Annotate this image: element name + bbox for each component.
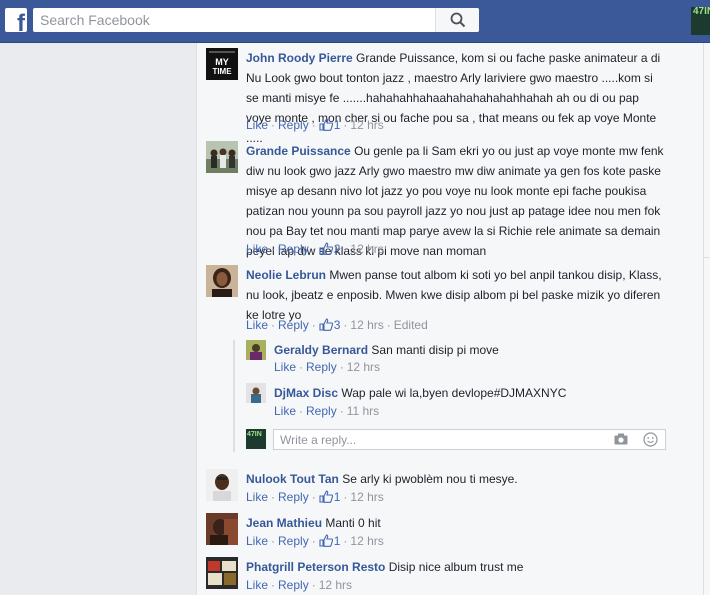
- like-button[interactable]: Like: [246, 490, 268, 504]
- avatar[interactable]: MY TIME: [206, 48, 238, 80]
- svg-text:TIME: TIME: [212, 67, 232, 76]
- comment-body: Phatgrill Peterson Resto Disip nice albu…: [246, 557, 666, 577]
- emoji-icon[interactable]: [643, 432, 658, 447]
- reply-box-avatar: 47IN: [246, 429, 266, 449]
- comment-body: Neolie Lebrun Mwen panse tout albom ki s…: [246, 265, 666, 325]
- reply-body: Geraldy Bernard San manti disip pi move: [274, 340, 694, 360]
- timestamp[interactable]: 11 hrs: [347, 404, 379, 418]
- reply-button[interactable]: Reply: [278, 318, 309, 332]
- reply-button[interactable]: Reply: [306, 404, 337, 418]
- comment-text: Se arly ki pwoblèm nou ti mesye.: [342, 472, 518, 486]
- comment-author[interactable]: Jean Mathieu: [246, 516, 322, 530]
- search-button[interactable]: [435, 8, 479, 32]
- reply-button[interactable]: Reply: [306, 360, 337, 374]
- facebook-logo-letter: f: [17, 10, 25, 33]
- timestamp[interactable]: 12 hrs: [350, 242, 383, 256]
- profile-thumbnail-text: 47IN: [693, 7, 710, 17]
- like-button[interactable]: Like: [274, 360, 296, 374]
- reply-text: San manti disip pi move: [371, 343, 499, 357]
- comment-body: John Roody Pierre Grande Puissance, kom …: [246, 48, 666, 148]
- comment-actions: Like · Reply · 3 · 12 hrs · Edited: [246, 318, 428, 332]
- reply-button[interactable]: Reply: [278, 242, 309, 256]
- write-reply-input[interactable]: [274, 430, 604, 449]
- avatar[interactable]: [206, 141, 238, 173]
- timestamp[interactable]: 12 hrs: [350, 118, 383, 132]
- comment-text: Manti 0 hit: [325, 516, 381, 530]
- comment-text: Disip nice album trust me: [388, 560, 524, 574]
- divider: [703, 43, 704, 595]
- portrait-avatar-image: [206, 469, 238, 501]
- reply-actions: Like · Reply · 11 hrs: [274, 404, 380, 418]
- reply-body: DjMax Disc Wap pale wi la,byen devlope#D…: [274, 383, 694, 403]
- comment-actions: Like · Reply · 1 · 12 hrs: [246, 534, 384, 548]
- reply-avatar-image: [246, 340, 266, 360]
- comment-actions: Like · Reply · 1 · 12 hrs: [246, 118, 384, 132]
- camera-icon[interactable]: [614, 433, 628, 445]
- comment-author[interactable]: Grande Puissance: [246, 144, 351, 158]
- search-icon: [450, 12, 465, 28]
- comment-author[interactable]: John Roody Pierre: [246, 51, 353, 65]
- comment-author[interactable]: Neolie Lebrun: [246, 268, 326, 282]
- thumbs-up-icon[interactable]: [319, 118, 333, 131]
- reply-author[interactable]: Geraldy Bernard: [274, 343, 368, 357]
- reply-text: Wap pale wi la,byen devlope#DJMAXNYC: [341, 386, 567, 400]
- search-box: [33, 8, 479, 32]
- timestamp[interactable]: 12 hrs: [350, 318, 383, 332]
- portrait-avatar-image: [206, 265, 238, 297]
- thumbs-up-icon[interactable]: [319, 318, 333, 331]
- reply-button[interactable]: Reply: [278, 490, 309, 504]
- comment-body: Jean Mathieu Manti 0 hit: [246, 513, 666, 533]
- facebook-logo[interactable]: f: [5, 8, 27, 32]
- timestamp[interactable]: 12 hrs: [347, 360, 380, 374]
- like-button[interactable]: Like: [246, 242, 268, 256]
- reply-composer: [273, 429, 666, 450]
- edited-label[interactable]: Edited: [394, 318, 428, 332]
- like-button[interactable]: Like: [246, 534, 268, 548]
- search-input[interactable]: [33, 8, 438, 32]
- top-navigation-bar: f 47IN: [0, 0, 710, 43]
- svg-text:MY: MY: [215, 57, 229, 67]
- divider: [704, 257, 710, 258]
- timestamp[interactable]: 12 hrs: [350, 490, 383, 504]
- restaurant-avatar-image: [206, 557, 238, 589]
- avatar[interactable]: [246, 340, 266, 360]
- comment-body: Nulook Tout Tan Se arly ki pwoblèm nou t…: [246, 469, 666, 489]
- thumbs-up-icon[interactable]: [319, 534, 333, 547]
- like-button[interactable]: Like: [246, 318, 268, 332]
- avatar[interactable]: [206, 513, 238, 545]
- avatar[interactable]: [206, 265, 238, 297]
- like-button[interactable]: Like: [274, 404, 296, 418]
- avatar[interactable]: [246, 383, 266, 403]
- avatar[interactable]: [206, 557, 238, 589]
- comment-actions: Like · Reply · 2 · 12 hrs: [246, 242, 384, 256]
- timestamp[interactable]: 12 hrs: [350, 534, 383, 548]
- comment-actions: Like · Reply · 1 · 12 hrs: [246, 490, 384, 504]
- reply-author[interactable]: DjMax Disc: [274, 386, 338, 400]
- reply-box-avatar-text: 47IN: [247, 431, 262, 438]
- reply-avatar-image: [246, 383, 266, 403]
- like-button[interactable]: Like: [246, 118, 268, 132]
- portrait-avatar-image: [206, 513, 238, 545]
- timestamp[interactable]: 12 hrs: [319, 578, 352, 592]
- thumbs-up-icon[interactable]: [319, 490, 333, 503]
- profile-thumbnail[interactable]: 47IN: [691, 7, 710, 35]
- comment-author[interactable]: Nulook Tout Tan: [246, 472, 339, 486]
- like-button[interactable]: Like: [246, 578, 268, 592]
- my-time-avatar-image: MYTIME: [206, 48, 238, 80]
- reply-button[interactable]: Reply: [278, 578, 309, 592]
- group-photo-avatar-image: [206, 141, 238, 173]
- reply-button[interactable]: Reply: [278, 534, 309, 548]
- reply-actions: Like · Reply · 12 hrs: [274, 360, 381, 374]
- reply-button[interactable]: Reply: [278, 118, 309, 132]
- comment-author[interactable]: Phatgrill Peterson Resto: [246, 560, 385, 574]
- thumbs-up-icon[interactable]: [319, 242, 333, 255]
- comment-actions: Like · Reply · 12 hrs: [246, 578, 353, 592]
- avatar[interactable]: [206, 469, 238, 501]
- reply-thread-line: [233, 340, 235, 452]
